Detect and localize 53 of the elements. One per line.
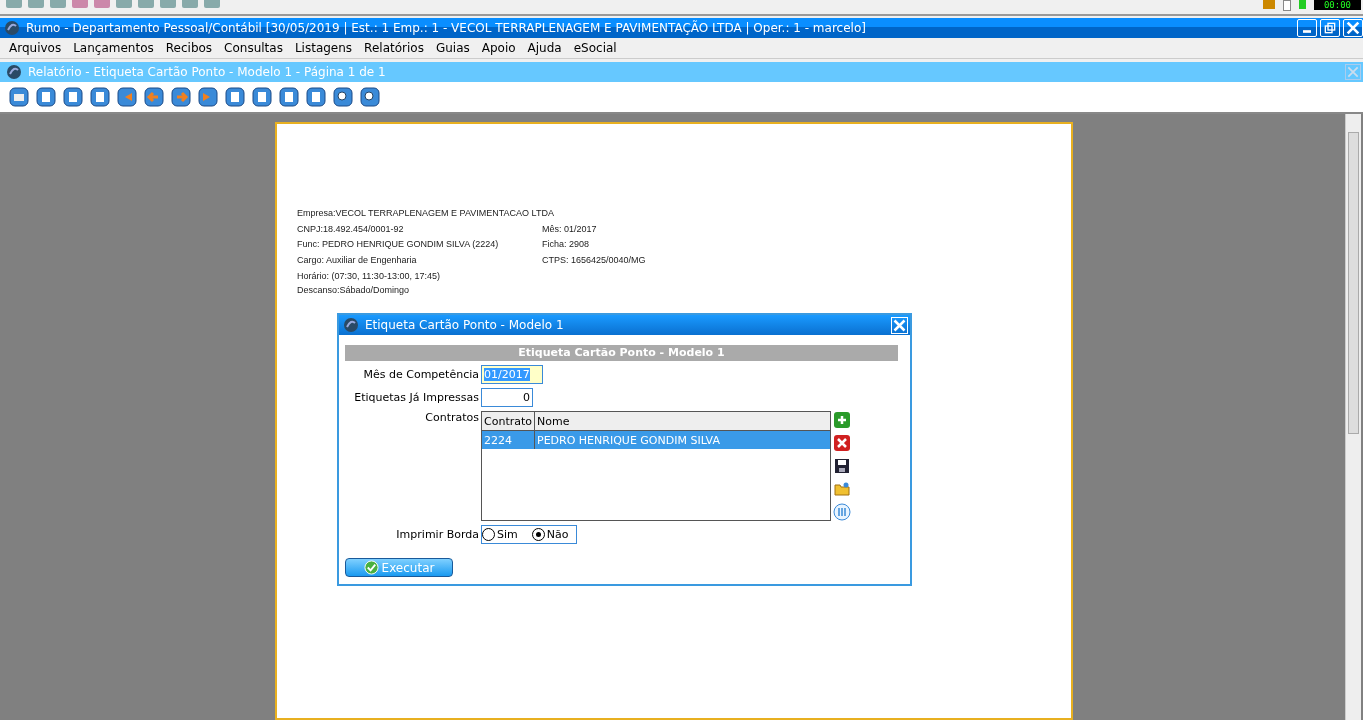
- trash-icon[interactable]: [833, 503, 851, 521]
- logo-icon: [4, 20, 20, 36]
- add-icon[interactable]: [833, 411, 851, 429]
- report-text: Empresa:VECOL TERRAPLENAGEM E PAVIMENTACAO LTDA: [297, 207, 554, 221]
- logo-icon: [343, 317, 359, 333]
- menu-item[interactable]: Apoio: [475, 41, 522, 55]
- column-header[interactable]: Nome: [535, 412, 570, 430]
- field-label: Etiquetas Já Impressas: [353, 391, 480, 404]
- logo-icon: [6, 64, 22, 80]
- column-header[interactable]: Contrato: [482, 412, 535, 430]
- field-label: Mês de Competência: [362, 368, 480, 381]
- last-icon[interactable]: [198, 87, 218, 107]
- report-text: Func: PEDRO HENRIQUE GONDIM SILVA (2224): [297, 238, 500, 252]
- radio-option[interactable]: Sim: [482, 528, 518, 541]
- printer-icon[interactable]: [9, 87, 29, 107]
- report-text: Cargo: Auxiliar de Engenharia: [297, 253, 418, 267]
- menu-item[interactable]: Lançamentos: [67, 41, 160, 55]
- next-icon[interactable]: [171, 87, 191, 107]
- page-icon[interactable]: [225, 87, 245, 107]
- menu-item[interactable]: eSocial: [567, 41, 623, 55]
- dialog-title: Etiqueta Cartão Ponto - Modelo 1: [365, 318, 565, 332]
- menu-item[interactable]: Consultas: [218, 41, 289, 55]
- checkmark-icon: [363, 560, 379, 575]
- save-icon[interactable]: [833, 457, 851, 475]
- menu-item[interactable]: Ajuda: [521, 41, 568, 55]
- report-text: Horário: (07:30, 11:30-13:00, 17:45): [297, 270, 441, 284]
- status-light-icon: [1298, 0, 1306, 9]
- report-text: CTPS: 1656425/0040/MG: [542, 253, 646, 267]
- scrollbar[interactable]: [1345, 114, 1361, 720]
- prev-icon[interactable]: [144, 87, 164, 107]
- field-label: Imprimir Borda: [395, 528, 480, 541]
- status-square-icon: [1282, 0, 1291, 11]
- delete-icon[interactable]: [833, 434, 851, 452]
- restore-button[interactable]: [1320, 19, 1340, 37]
- field-label: Contratos: [424, 411, 480, 424]
- report-title: Relatório - Etiqueta Cartão Ponto - Modelo 1 - Página 1 de 1: [28, 65, 387, 79]
- count-field[interactable]: 0: [481, 388, 533, 407]
- report-text: CNPJ:18.492.454/0001-92: [297, 222, 405, 236]
- section-header: Etiqueta Cartão Ponto - Modelo 1: [345, 345, 898, 361]
- menu-item[interactable]: Guias: [429, 41, 476, 55]
- window-title: Rumo - Departamento Pessoal/Contábil [30/05/2019 | Est.: 1 Emp.: 1 - VECOL TERRAPLENAGEM E PAVIMENTAÇÃO LTDA | Oper.: 1 - marcelo]: [26, 21, 867, 35]
- minimize-icon: [1303, 30, 1311, 33]
- menu-item[interactable]: Recibos: [159, 41, 219, 55]
- first-icon[interactable]: [117, 87, 137, 107]
- menu-item[interactable]: Listagens: [288, 41, 359, 55]
- clock-display: 00:00: [1313, 0, 1361, 10]
- minimize-button[interactable]: [1297, 19, 1317, 37]
- report-text: Mês: 01/2017: [542, 222, 597, 236]
- report-text: Ficha: 2908: [542, 238, 590, 252]
- menu-item[interactable]: Arquivos: [3, 41, 68, 55]
- report-text: Descanso:Sábado/Domingo: [297, 284, 411, 297]
- radio-option[interactable]: Não: [531, 528, 569, 541]
- menu-item[interactable]: Relatórios: [358, 41, 430, 55]
